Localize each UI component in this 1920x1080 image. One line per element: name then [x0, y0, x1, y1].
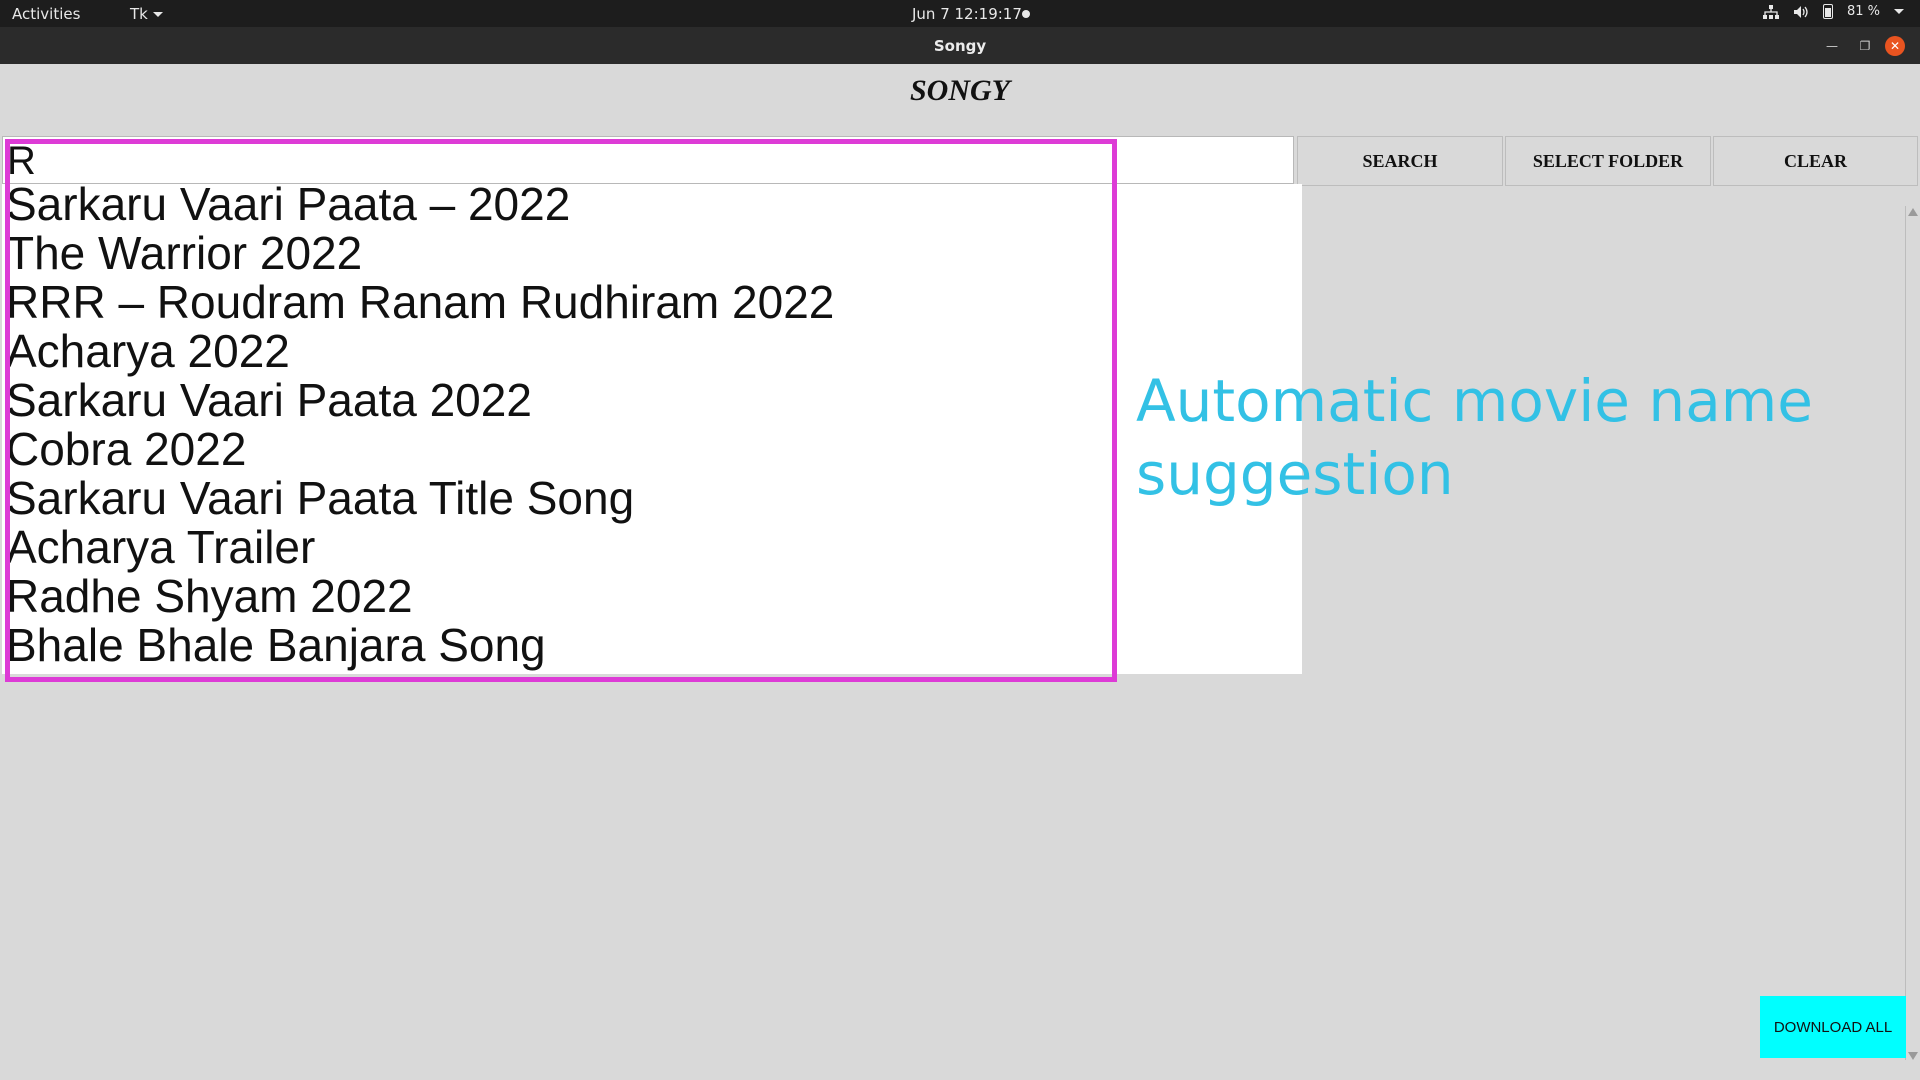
- maximize-icon[interactable]: ❐: [1855, 36, 1875, 56]
- close-icon[interactable]: ✕: [1885, 36, 1905, 56]
- chevron-down-icon: [152, 12, 163, 17]
- clock[interactable]: Jun 7 12:19:17: [912, 5, 1022, 23]
- search-button[interactable]: SEARCH: [1297, 136, 1503, 186]
- top-bar: Activities Tk Jun 7 12:19:17 81 %: [0, 0, 1920, 27]
- app-menu-label: Tk: [130, 5, 148, 23]
- activities-button[interactable]: Activities: [12, 5, 80, 23]
- clear-button[interactable]: CLEAR: [1713, 136, 1918, 186]
- volume-icon: [1793, 5, 1809, 19]
- app-heading: SONGY: [909, 74, 1010, 107]
- vertical-scrollbar[interactable]: [1905, 206, 1919, 1060]
- window-title-bar[interactable]: Songy — ❐ ✕: [0, 27, 1920, 64]
- window-title: Songy: [933, 37, 987, 55]
- network-icon: [1762, 4, 1779, 19]
- minimize-icon[interactable]: —: [1822, 36, 1842, 56]
- scroll-up-icon[interactable]: [1908, 208, 1918, 216]
- battery-percent: 81 %: [1846, 4, 1880, 19]
- scroll-down-icon[interactable]: [1908, 1052, 1918, 1060]
- annotation-text: Automatic movie name suggestion: [1136, 367, 1813, 508]
- select-folder-button[interactable]: SELECT FOLDER: [1505, 136, 1711, 186]
- battery-icon: [1822, 4, 1833, 19]
- system-tray[interactable]: 81 %: [1762, 4, 1904, 19]
- annotation-highlight-box: [5, 139, 1117, 682]
- notification-dot-icon: [1022, 10, 1030, 18]
- download-all-button[interactable]: DOWNLOAD ALL: [1760, 996, 1906, 1058]
- chevron-down-icon: [1894, 9, 1904, 14]
- app-menu[interactable]: Tk: [130, 5, 163, 23]
